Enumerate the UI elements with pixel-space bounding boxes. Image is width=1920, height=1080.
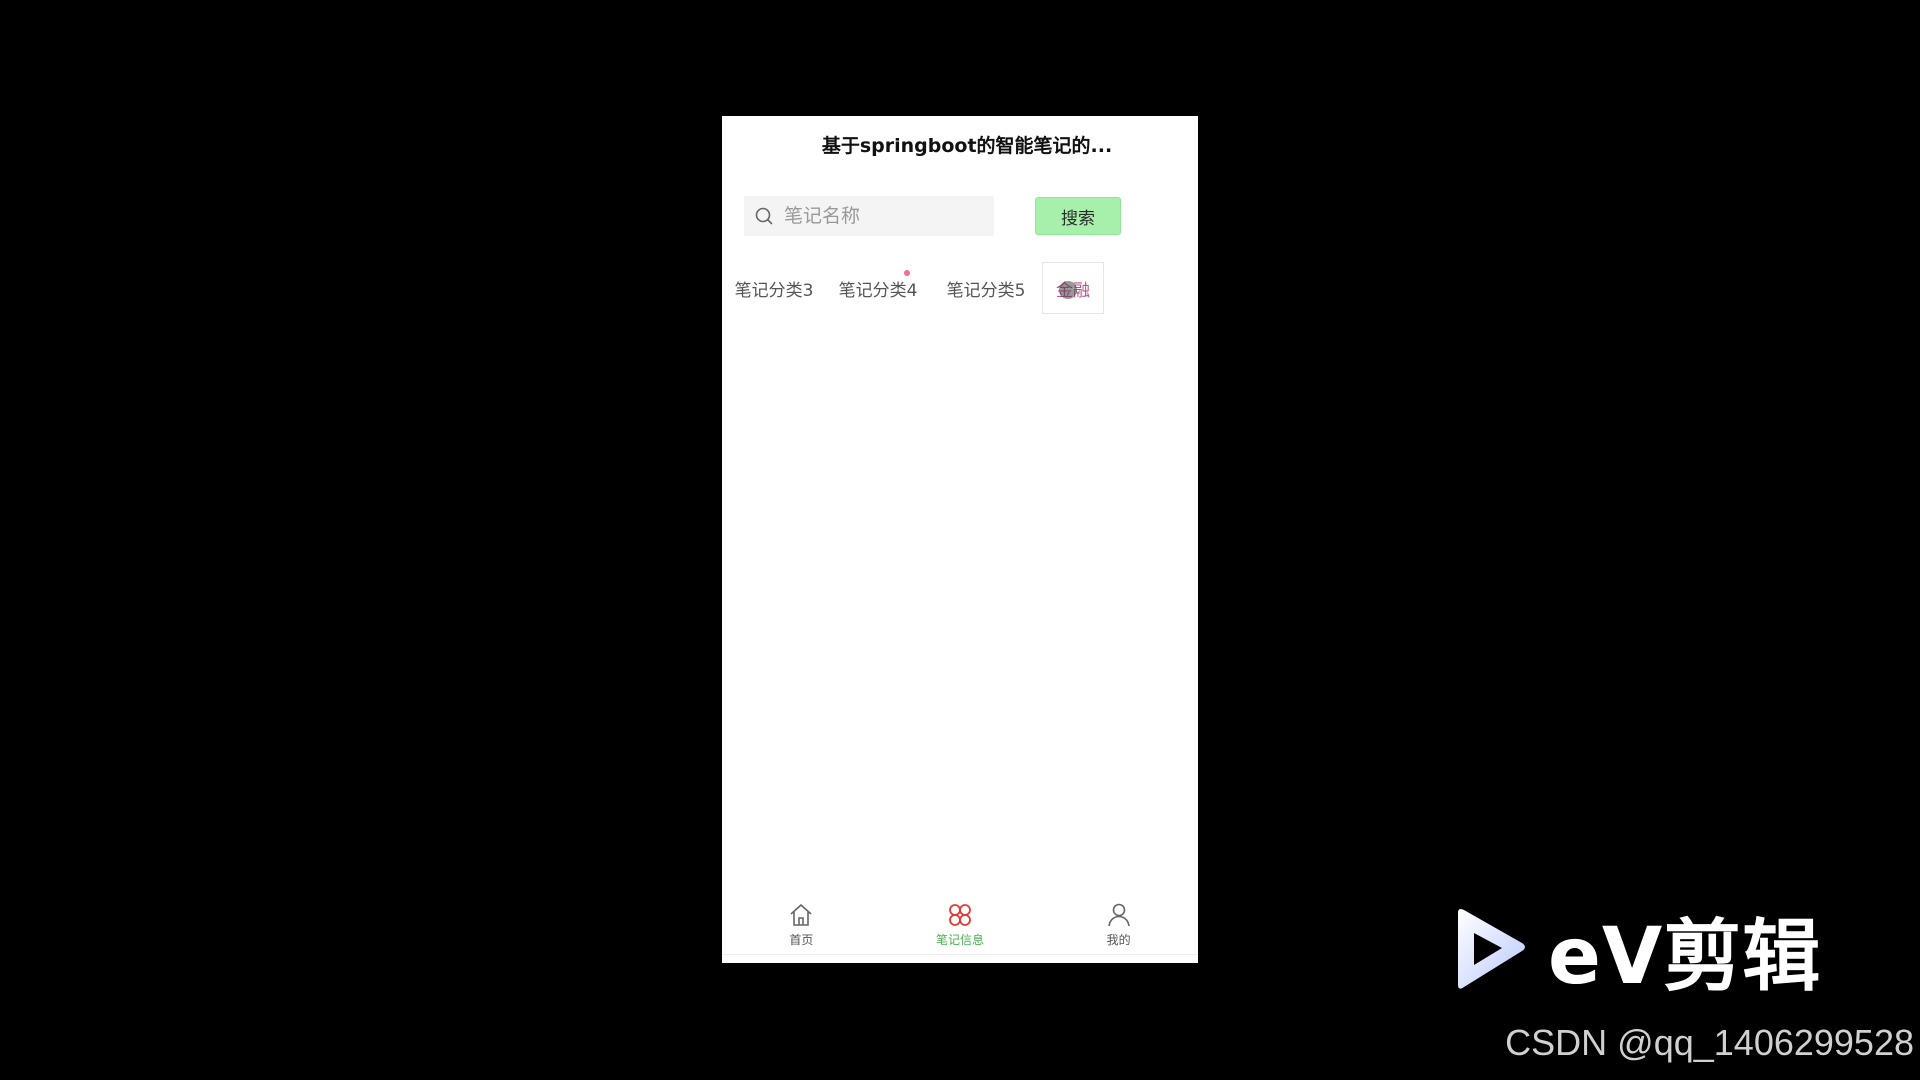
bottom-tab-bar: 首页 笔记信息 我的 [722,894,1198,955]
search-box[interactable] [744,196,994,236]
search-row: 搜索 [744,196,1184,236]
category-tabs: 笔记分类3 笔记分类4 笔记分类5 金融 [722,262,1198,314]
category-tab-label: 笔记分类4 [838,280,918,301]
category-tab[interactable]: 笔记分类5 [944,262,1028,314]
tab-mine[interactable]: 我的 [1039,894,1198,954]
play-logo-icon [1458,909,1525,989]
search-input[interactable] [782,204,976,228]
home-icon [790,903,812,926]
tab-notes[interactable]: 笔记信息 [881,894,1040,954]
search-icon [755,207,773,225]
notification-dot [904,270,910,276]
tab-home[interactable]: 首页 [722,894,881,954]
tab-label: 笔记信息 [936,932,985,947]
top-bar: 基于springboot的智能笔记的... [722,116,1198,172]
tab-label: 首页 [789,932,814,947]
category-tab[interactable]: 笔记分类4 [836,262,920,314]
grid-icon [949,903,971,926]
phone-screen: 基于springboot的智能笔记的... 搜索 笔记分类3 笔记分类4 笔记分… [722,116,1198,963]
ev-brand-overlay: eV剪辑 [1450,905,1830,1002]
watermark: CSDN @qq_1406299528 [1505,1022,1914,1063]
category-tab[interactable]: 笔记分类3 [735,262,814,314]
category-tab-active[interactable]: 金融 [1042,262,1104,314]
user-icon [1107,903,1130,926]
search-button[interactable]: 搜索 [1035,197,1121,235]
brand-text: eV剪辑 [1548,912,1822,1002]
touch-cursor [1059,281,1077,299]
page-title: 基于springboot的智能笔记的... [821,134,1113,157]
tab-label: 我的 [1106,932,1131,947]
